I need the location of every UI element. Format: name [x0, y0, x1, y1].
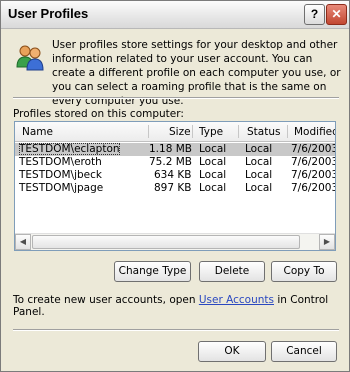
arrow-left-icon[interactable]: ◀ [15, 234, 31, 250]
profile-row[interactable]: TESTDOM\jbeck 634 KB Local Local 7/6/200… [15, 169, 335, 182]
column-header-status[interactable]: Status [247, 126, 280, 138]
profile-name: TESTDOM\eclapton [19, 143, 120, 155]
cancel-button[interactable]: Cancel [271, 341, 337, 362]
separator [13, 329, 339, 331]
copy-to-button[interactable]: Copy To [271, 261, 337, 282]
profile-modified: 7/6/2003 [291, 143, 336, 155]
profile-type: Local [199, 143, 227, 155]
user-accounts-link[interactable]: User Accounts [199, 294, 274, 306]
title-bar: User Profiles ? ✕ [1, 1, 349, 29]
user-profiles-dialog: User Profiles ? ✕ User profiles store se… [0, 0, 350, 372]
profile-status: Local [245, 156, 273, 168]
profile-modified: 7/6/2003 [291, 182, 336, 194]
profile-row[interactable]: TESTDOM\jpage 897 KB Local Local 7/6/200… [15, 182, 335, 195]
column-header-size[interactable]: Size [169, 126, 191, 138]
profile-size: 75.2 MB [149, 156, 192, 168]
column-divider[interactable] [238, 125, 239, 138]
help-button[interactable]: ? [304, 4, 325, 25]
profile-name: TESTDOM\jpage [19, 182, 104, 194]
profiles-list[interactable]: Name Size Type Status Modified TESTDOM\e… [14, 121, 336, 251]
column-header-name[interactable]: Name [22, 126, 53, 138]
column-divider[interactable] [287, 125, 288, 138]
profile-status: Local [245, 143, 273, 155]
close-button[interactable]: ✕ [326, 4, 347, 25]
horizontal-scrollbar[interactable]: ◀ ▶ [15, 233, 335, 250]
profile-status: Local [245, 182, 273, 194]
column-header-modified[interactable]: Modified [294, 126, 335, 138]
scrollbar-thumb[interactable] [32, 235, 300, 249]
footer-text: To create new user accounts, open User A… [13, 294, 349, 318]
column-header-type[interactable]: Type [199, 126, 223, 138]
profile-type: Local [199, 169, 227, 181]
profile-size: 897 KB [154, 182, 192, 194]
arrow-right-icon[interactable]: ▶ [319, 234, 335, 250]
profile-status: Local [245, 169, 273, 181]
profile-size: 634 KB [154, 169, 192, 181]
profile-name: TESTDOM\eroth [19, 156, 102, 168]
ok-button[interactable]: OK [198, 341, 266, 362]
profile-row[interactable]: TESTDOM\eclapton 1.18 MB Local Local 7/6… [15, 143, 335, 156]
column-divider[interactable] [148, 125, 149, 138]
users-icon [16, 45, 44, 71]
profile-modified: 7/6/2003 [291, 169, 336, 181]
profile-row[interactable]: TESTDOM\eroth 75.2 MB Local Local 7/6/20… [15, 156, 335, 169]
profile-modified: 7/6/2003 [291, 156, 336, 168]
change-type-button[interactable]: Change Type [114, 261, 191, 282]
window-title: User Profiles [8, 6, 89, 21]
separator [13, 97, 339, 99]
footer-prefix: To create new user accounts, open [13, 294, 199, 306]
profiles-label: Profiles stored on this computer: [13, 108, 184, 120]
profile-type: Local [199, 156, 227, 168]
column-divider[interactable] [192, 125, 193, 138]
delete-button[interactable]: Delete [199, 261, 265, 282]
list-header: Name Size Type Status Modified [15, 122, 335, 142]
profile-name: TESTDOM\jbeck [19, 169, 102, 181]
profile-type: Local [199, 182, 227, 194]
profile-size: 1.18 MB [149, 143, 192, 155]
